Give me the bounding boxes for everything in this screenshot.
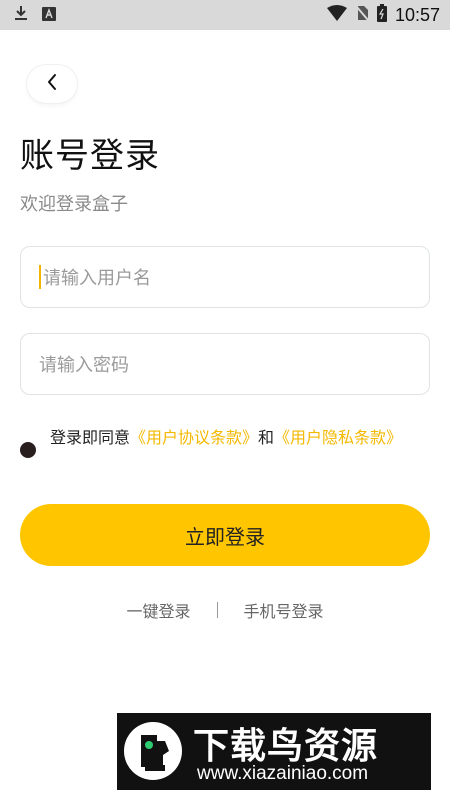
password-input[interactable]: 请输入密码 [20, 333, 430, 395]
bird-logo-icon [124, 722, 182, 780]
username-placeholder: 请输入用户名 [43, 268, 151, 289]
agreement-prefix: 登录即同意 [50, 428, 131, 447]
agreement-radio[interactable] [20, 442, 36, 458]
download-icon [14, 5, 28, 25]
divider [216, 602, 218, 618]
page-title: 账号登录 [20, 136, 160, 176]
user-agreement-link[interactable]: 《用户协议条款》 [130, 428, 258, 447]
status-bar: 10:57 [0, 0, 450, 30]
username-input[interactable]: 请输入用户名 [20, 246, 430, 308]
status-right: 10:57 [326, 4, 440, 26]
password-placeholder: 请输入密码 [39, 355, 129, 376]
agreement-connector: 和 [258, 428, 275, 447]
text-caret [39, 265, 41, 289]
agreement-text: 登录即同意《用户协议条款》和《用户隐私条款》 [50, 428, 420, 448]
chevron-left-icon [46, 73, 58, 95]
alt-login-row: 一键登录 手机号登录 [0, 598, 450, 622]
phone-login-link[interactable]: 手机号登录 [244, 598, 324, 622]
wifi-icon [326, 5, 347, 25]
watermark-cn: 下载鸟资源 [193, 726, 379, 767]
no-sim-icon [355, 5, 369, 25]
status-left [14, 5, 56, 25]
battery-icon [376, 4, 387, 26]
one-click-login-link[interactable]: 一键登录 [126, 598, 190, 622]
watermark-en: www.xiazainiao.com [197, 763, 369, 784]
keyboard-a-icon [42, 6, 56, 25]
status-time: 10:57 [394, 4, 440, 25]
watermark: 下载鸟资源 www.xiazainiao.com [117, 713, 431, 790]
privacy-policy-link[interactable]: 《用户隐私条款》 [274, 428, 402, 447]
page-subtitle: 欢迎登录盒子 [20, 194, 128, 215]
back-button[interactable] [27, 65, 77, 103]
login-button[interactable]: 立即登录 [20, 504, 430, 566]
